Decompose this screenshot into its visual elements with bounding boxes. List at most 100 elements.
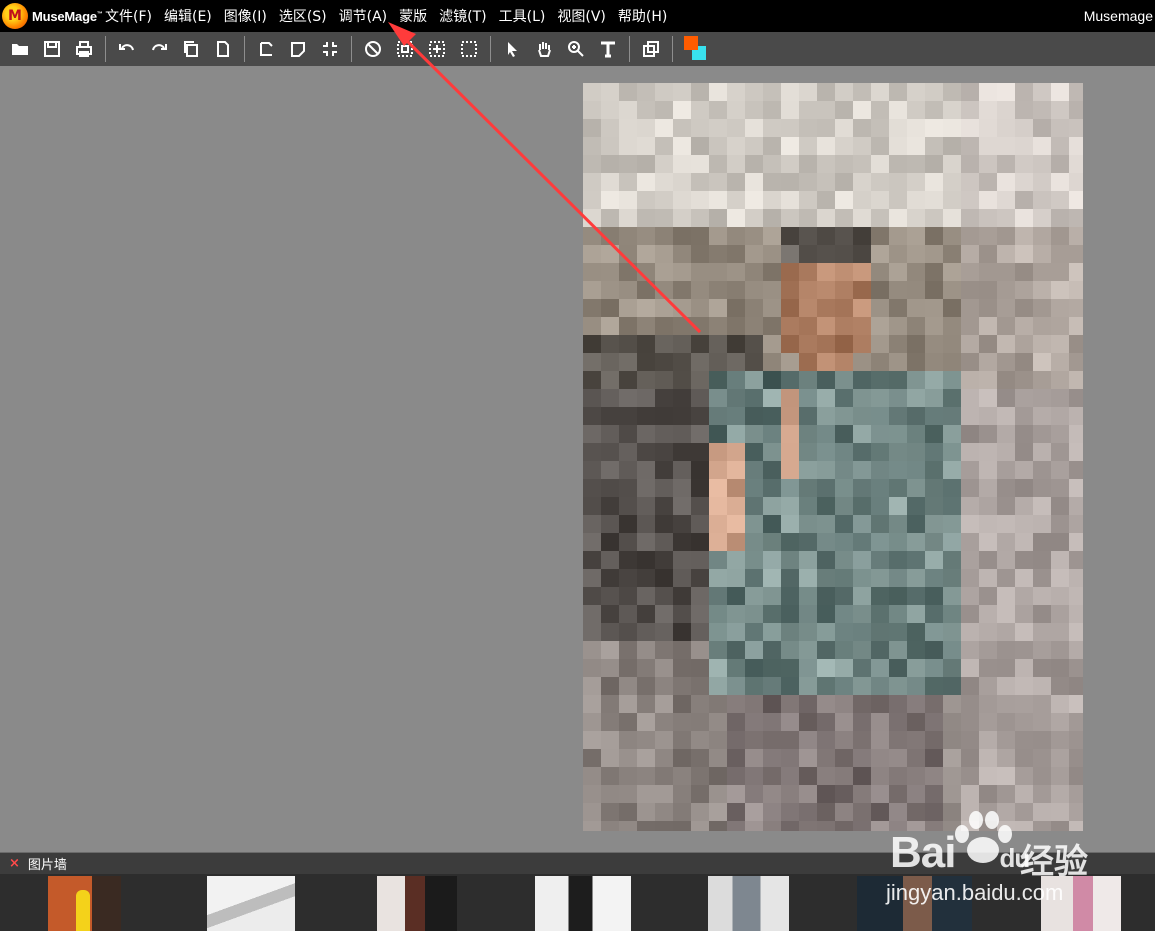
new-page-icon[interactable] [209, 35, 237, 63]
thumbnail[interactable] [857, 876, 972, 931]
mosaic-tile [835, 119, 853, 137]
text-icon[interactable] [594, 35, 622, 63]
mosaic-tile [655, 389, 673, 407]
mosaic-tile [1015, 83, 1033, 101]
mosaic-tile [763, 101, 781, 119]
mosaic-tile [583, 173, 601, 191]
menu-tools[interactable]: 工具(L) [493, 0, 552, 32]
mosaic-tile [619, 155, 637, 173]
mosaic-tile [1015, 245, 1033, 263]
thumbnail[interactable] [535, 876, 631, 931]
menu-adjust[interactable]: 调节(A) [333, 0, 394, 32]
copy-icon[interactable] [177, 35, 205, 63]
mosaic-tile [871, 677, 889, 695]
mosaic-tile [817, 569, 835, 587]
mosaic-tile [763, 515, 781, 533]
foreground-color-swatch[interactable] [684, 36, 698, 50]
mosaic-tile [673, 767, 691, 785]
select-all-icon[interactable] [391, 35, 419, 63]
mosaic-tile [835, 371, 853, 389]
menu-filter[interactable]: 滤镜(T) [433, 0, 492, 32]
mosaic-tile [835, 389, 853, 407]
mosaic-tile [997, 209, 1015, 227]
menu-view[interactable]: 视图(V) [551, 0, 612, 32]
mosaic-tile [961, 299, 979, 317]
mosaic-tile [907, 317, 925, 335]
mosaic-tile [961, 407, 979, 425]
mosaic-tile [619, 389, 637, 407]
mosaic-tile [979, 407, 997, 425]
mosaic-tile [601, 353, 619, 371]
undo-icon[interactable] [113, 35, 141, 63]
mosaic-tile [709, 695, 727, 713]
hand-icon[interactable] [530, 35, 558, 63]
mosaic-tile [1051, 461, 1069, 479]
mosaic-tile [943, 821, 961, 831]
thumbnail[interactable] [377, 876, 457, 931]
mosaic-tile [637, 479, 655, 497]
mosaic-tile [943, 497, 961, 515]
mosaic-tile [619, 407, 637, 425]
mosaic-tile [907, 371, 925, 389]
save-icon[interactable] [38, 35, 66, 63]
photo-wall-strip [0, 874, 1155, 931]
menu-mask[interactable]: 蒙版 [393, 0, 433, 32]
mosaic-tile [619, 767, 637, 785]
print-icon[interactable] [70, 35, 98, 63]
mosaic-tile [943, 731, 961, 749]
mosaic-tile [1015, 209, 1033, 227]
thumbnail[interactable] [207, 876, 295, 931]
thumbnail[interactable] [48, 876, 121, 931]
mosaic-tile [1033, 533, 1051, 551]
mosaic-tile [637, 569, 655, 587]
mosaic-tile [727, 335, 745, 353]
close-icon[interactable]: × [9, 856, 20, 871]
mosaic-tile [781, 317, 799, 335]
thumbnail[interactable] [708, 876, 789, 931]
mosaic-tile [907, 821, 925, 831]
mosaic-tile [781, 155, 799, 173]
menu-edit[interactable]: 编辑(E) [158, 0, 218, 32]
select-transform-icon[interactable] [423, 35, 451, 63]
menu-select[interactable]: 选区(S) [273, 0, 333, 32]
mosaic-tile [1051, 821, 1069, 831]
layers-icon[interactable] [637, 35, 665, 63]
mosaic-tile [907, 83, 925, 101]
redo-icon[interactable] [145, 35, 173, 63]
menu-file[interactable]: 文件(F) [104, 0, 158, 32]
mosaic-tile [1051, 677, 1069, 695]
deselect-icon[interactable] [359, 35, 387, 63]
mosaic-tile [601, 569, 619, 587]
mosaic-tile [601, 659, 619, 677]
color-swatch[interactable] [680, 34, 710, 64]
open-folder-icon[interactable] [6, 35, 34, 63]
mosaic-tile [727, 713, 745, 731]
mosaic-tile [601, 731, 619, 749]
mosaic-tile [835, 83, 853, 101]
marquee-icon[interactable] [455, 35, 483, 63]
mosaic-tile [979, 137, 997, 155]
mosaic-tile [763, 533, 781, 551]
fit-screen-icon[interactable] [316, 35, 344, 63]
mosaic-tile [709, 515, 727, 533]
menu-image[interactable]: 图像(I) [218, 0, 273, 32]
mosaic-tile [691, 119, 709, 137]
mosaic-tile [1015, 353, 1033, 371]
mosaic-tile [799, 281, 817, 299]
mosaic-tile [799, 623, 817, 641]
mosaic-tile [673, 713, 691, 731]
logo-trademark: ™ [96, 11, 103, 18]
flip-icon[interactable] [284, 35, 312, 63]
mosaic-tile [655, 569, 673, 587]
mosaic-tile [583, 461, 601, 479]
rotate-icon[interactable] [252, 35, 280, 63]
mosaic-tile [601, 335, 619, 353]
menu-help[interactable]: 帮助(H) [612, 0, 673, 32]
thumbnail[interactable] [1041, 876, 1121, 931]
mosaic-tile [853, 101, 871, 119]
zoom-icon[interactable] [562, 35, 590, 63]
mosaic-tile [709, 353, 727, 371]
canvas-image[interactable] [583, 83, 1083, 831]
mosaic-tile [925, 389, 943, 407]
pointer-icon[interactable] [498, 35, 526, 63]
